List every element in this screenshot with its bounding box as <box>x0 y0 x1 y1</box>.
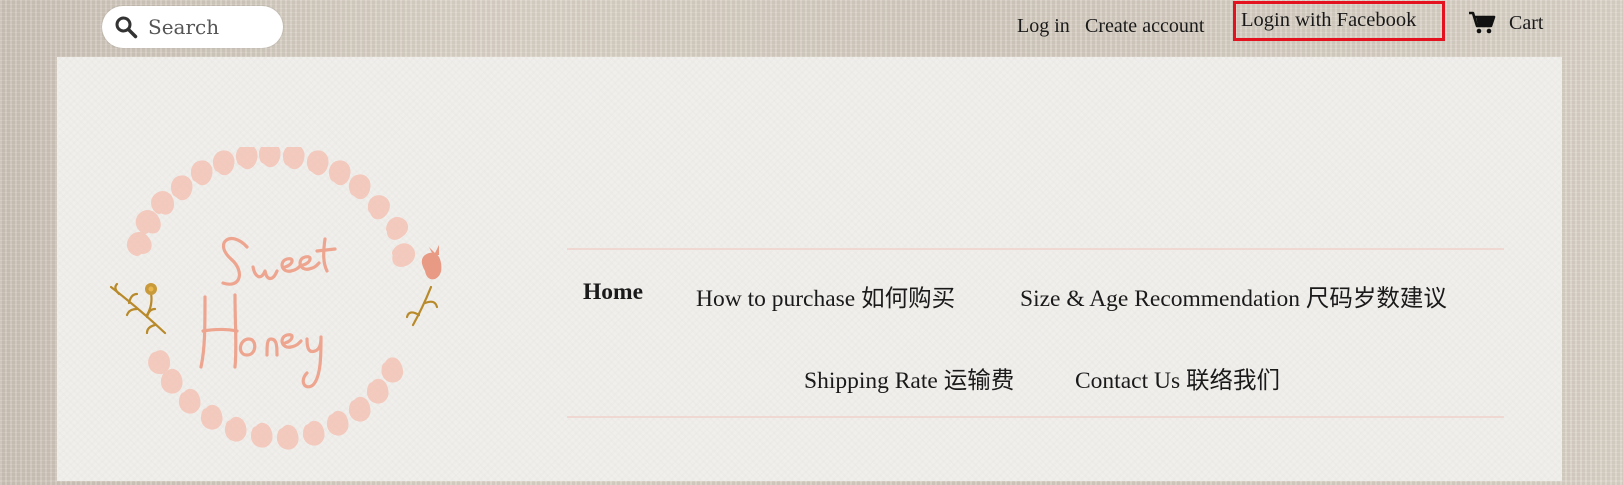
nav-shipping-rate[interactable]: Shipping Rate 运输费 <box>804 361 1014 395</box>
login-link[interactable]: Log in <box>1017 15 1070 38</box>
main-navigation: Home How to purchase 如何购买 Size & Age Rec… <box>567 248 1504 418</box>
sweet-honey-logo[interactable] <box>107 142 467 481</box>
nav-size-age-recommendation[interactable]: Size & Age Recommendation 尺码岁数建议 <box>1020 279 1447 313</box>
nav-home[interactable]: Home <box>583 279 643 306</box>
search-icon[interactable] <box>114 15 138 39</box>
nav-contact-us[interactable]: Contact Us 联络我们 <box>1075 361 1280 395</box>
facebook-login-link[interactable]: Login with Facebook <box>1241 9 1416 32</box>
nav-how-to-purchase[interactable]: How to purchase 如何购买 <box>696 279 955 313</box>
search-box[interactable] <box>102 6 283 48</box>
create-account-link[interactable]: Create account <box>1085 15 1204 38</box>
cart-icon <box>1469 11 1496 34</box>
main-panel: Home How to purchase 如何购买 Size & Age Rec… <box>57 57 1562 481</box>
facebook-login-highlight: Login with Facebook <box>1233 1 1445 41</box>
search-input[interactable] <box>148 15 273 39</box>
cart-label[interactable]: Cart <box>1509 12 1543 35</box>
cart-link[interactable]: Cart <box>1468 11 1543 35</box>
